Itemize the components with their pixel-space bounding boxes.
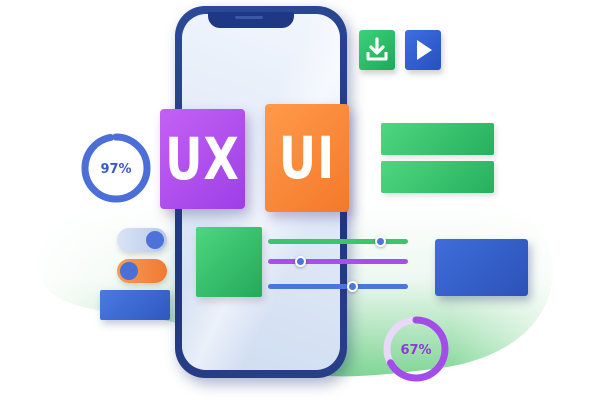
slider-track (268, 284, 408, 289)
ux-label: UX (165, 125, 240, 193)
slider-green[interactable] (268, 236, 408, 248)
slider-knob[interactable] (346, 281, 358, 292)
download-icon[interactable] (359, 30, 395, 70)
toggle-knob (146, 231, 164, 249)
ui-tile: UI (265, 104, 349, 212)
image-placeholder (196, 227, 262, 297)
progress-gauge-97: 97% (77, 129, 155, 207)
toggle-switch-off[interactable] (117, 259, 167, 283)
phone-speaker (235, 16, 263, 19)
ui-label: UI (278, 124, 336, 192)
play-icon[interactable] (405, 30, 441, 70)
progress-gauge-67: 67% (379, 312, 453, 386)
ux-tile: UX (160, 109, 245, 209)
content-bar (381, 161, 494, 193)
slider-knob[interactable] (374, 236, 386, 247)
toggle-knob (120, 262, 138, 280)
toggle-switch-on[interactable] (117, 228, 167, 252)
slider-knob[interactable] (294, 256, 306, 267)
card-placeholder (435, 239, 528, 296)
slider-track (268, 259, 408, 264)
slider-purple[interactable] (268, 256, 408, 268)
slider-blue[interactable] (268, 281, 408, 293)
phone-notch (208, 12, 294, 28)
gauge-label: 97% (100, 162, 131, 177)
content-bar (381, 123, 494, 155)
slider-track (268, 239, 408, 244)
card-placeholder (100, 290, 170, 320)
gauge-label: 67% (400, 343, 431, 358)
